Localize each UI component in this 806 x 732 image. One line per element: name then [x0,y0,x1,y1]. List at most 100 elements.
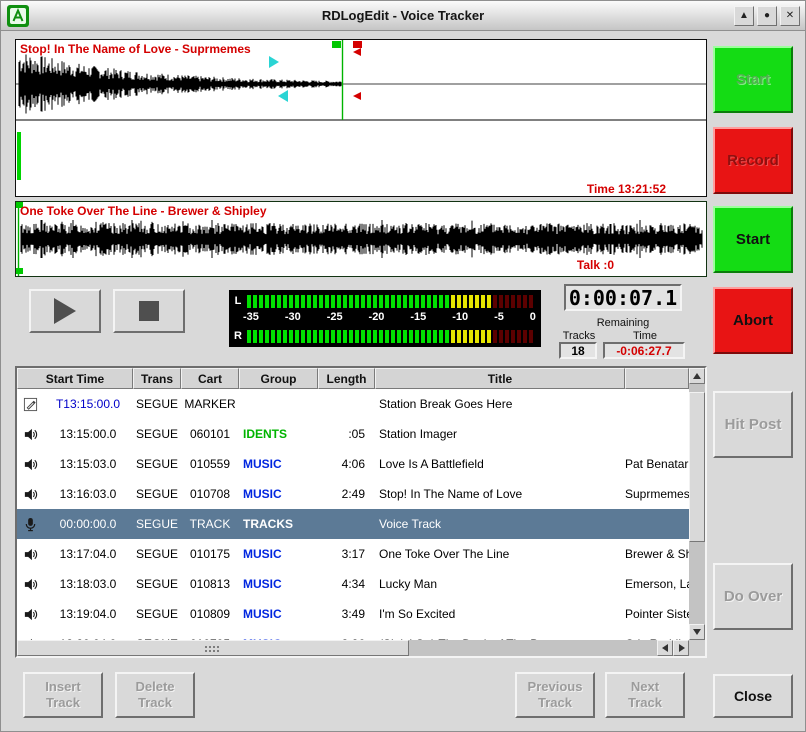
col-cart[interactable]: Cart [181,368,239,389]
table-row[interactable]: 13:19:04.0SEGUE010809MUSIC3:49I'm So Exc… [17,599,689,629]
cell-artist: Suprmemes [625,487,689,501]
horizontal-scroll-thumb[interactable] [17,640,409,656]
table-row[interactable]: T13:15:00.0SEGUEMARKERStation Break Goes… [17,389,689,419]
cell-trans: SEGUE [133,577,181,591]
col-trans[interactable]: Trans [133,368,181,389]
delete-track-button[interactable]: Delete Track [115,672,195,718]
col-artist-clipped[interactable] [625,368,689,389]
cell-length: 3:17 [318,547,375,561]
elapsed-time-display: 0:00:07.1 [564,284,682,311]
play-button[interactable] [29,289,101,333]
cell-cart: 010809 [181,607,239,621]
cell-start-time: 13:16:03.0 [43,487,133,501]
stop-button[interactable] [113,289,185,333]
remaining-time-label: Time [605,330,685,342]
shade-icon[interactable]: ▲ [734,6,754,26]
air-time-label: Time 13:21:52 [587,182,666,196]
arrow-right-icon [679,644,685,652]
do-over-button[interactable]: Do Over [713,563,793,630]
table-row[interactable]: 13:15:00.0SEGUE060101IDENTS:05Station Im… [17,419,689,449]
start-button-disabled[interactable]: Start [713,46,793,113]
speaker-icon [17,427,43,442]
cell-group: MUSIC [239,457,318,471]
cell-cart: 010175 [181,547,239,561]
table-row[interactable]: 13:16:03.0SEGUE010708MUSIC2:49Stop! In T… [17,479,689,509]
cell-artist: Brewer & Shipley [625,547,689,561]
cell-length: 4:34 [318,577,375,591]
cell-artist: Pointer Sisters [625,607,689,621]
scroll-up-button[interactable] [689,368,705,384]
segue-marker-handle[interactable] [332,41,341,48]
cell-group: TRACKS [239,517,318,531]
cell-artist: Pat Benatar [625,457,689,471]
table-row[interactable]: 13:18:03.0SEGUE010813MUSIC4:34Lucky ManE… [17,569,689,599]
cell-title: Voice Track [375,517,625,531]
cell-length: :05 [318,427,375,441]
grip-icon [205,646,207,648]
speaker-icon [17,487,43,502]
col-start-time[interactable]: Start Time [17,368,133,389]
cell-group: MUSIC [239,607,318,621]
col-title[interactable]: Title [375,368,625,389]
fade-marker-right-icon[interactable] [269,56,279,68]
cell-trans: SEGUE [133,607,181,621]
vertical-scroll-track[interactable] [689,384,705,624]
end-marker-arrow2-icon[interactable] [353,92,361,100]
record-button[interactable]: Record [713,127,793,194]
cell-trans: SEGUE [133,487,181,501]
scroll-down-button[interactable] [689,624,705,640]
insert-track-button[interactable]: Insert Track [23,672,103,718]
vertical-scrollbar[interactable] [689,368,705,640]
vu-meter: L -35-30-25-20-15-10-50 R [229,290,541,347]
cell-cart: 010559 [181,457,239,471]
close-button[interactable]: Close [713,674,793,718]
cell-title: Love Is A Battlefield [375,457,625,471]
remaining-tracks-value: 18 [559,342,597,359]
vertical-scroll-thumb[interactable] [689,392,705,542]
table-row[interactable]: 13:15:03.0SEGUE010559MUSIC4:06Love Is A … [17,449,689,479]
play-icon [54,298,76,324]
record-cursor [17,132,21,180]
end-marker-handle[interactable] [353,41,362,48]
vu-left-leds [247,295,533,308]
cell-trans: SEGUE [133,457,181,471]
horizontal-scrollbar[interactable] [17,640,689,656]
abort-button[interactable]: Abort [713,287,793,354]
sticky-icon[interactable]: ● [757,6,777,26]
speaker-icon [17,547,43,562]
waveform-pane-next[interactable]: One Toke Over The Line - Brewer & Shiple… [15,201,707,277]
col-group[interactable]: Group [239,368,318,389]
table-row[interactable]: 00:00:00.0SEGUETRACKTRACKSVoice Track [17,509,689,539]
cell-group: MUSIC [239,547,318,561]
previous-track-button[interactable]: Previous Track [515,672,595,718]
cell-start-time: 13:19:04.0 [43,607,133,621]
cell-title: Station Break Goes Here [375,397,625,411]
cell-start-time: 00:00:00.0 [43,517,133,531]
cell-start-time: 13:15:03.0 [43,457,133,471]
waveform-pane-current[interactable]: Stop! In The Name of Love - Suprmemes Ti… [15,39,707,197]
next-track-button[interactable]: Next Track [605,672,685,718]
end-marker-arrow-icon[interactable] [353,48,361,56]
cell-start-time: 13:17:04.0 [43,547,133,561]
cell-cart: TRACK [181,517,239,531]
start-marker-handle-bottom[interactable] [16,268,23,274]
cell-trans: SEGUE [133,397,181,411]
arrow-left-icon [662,644,668,652]
scroll-left-button[interactable] [657,640,673,656]
cell-trans: SEGUE [133,547,181,561]
close-icon[interactable]: ✕ [780,6,800,26]
scroll-right-button[interactable] [673,640,689,656]
fade-marker-left-icon[interactable] [278,90,288,102]
log-table: Start Time Trans Cart Group Length Title… [15,366,707,658]
hit-post-button[interactable]: Hit Post [713,391,793,458]
next-track-title: One Toke Over The Line - Brewer & Shiple… [20,204,267,218]
cell-start-time: T13:15:00.0 [43,397,133,411]
table-row[interactable]: 13:20:04.0SEGUE010705MUSIC3:26(Sittin' O… [17,629,689,640]
start-button[interactable]: Start [713,206,793,273]
col-length[interactable]: Length [318,368,375,389]
table-row[interactable]: 13:17:04.0SEGUE010175MUSIC3:17One Toke O… [17,539,689,569]
remaining-time-value: -0:06:27.7 [603,342,685,359]
speaker-icon [17,457,43,472]
cell-length: 4:06 [318,457,375,471]
titlebar[interactable]: RDLogEdit - Voice Tracker ▲ ● ✕ [1,1,805,31]
